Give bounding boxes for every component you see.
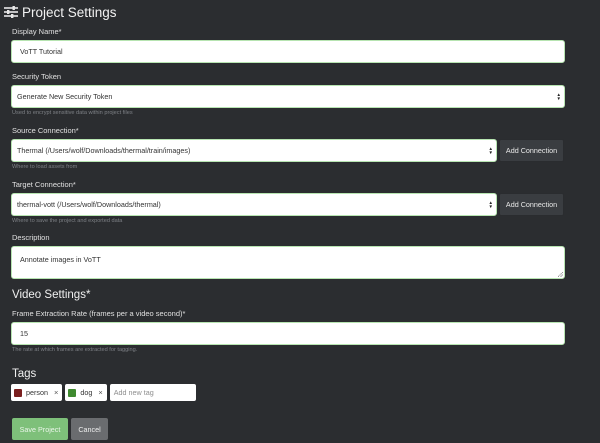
target-connection-label: Target Connection* — [12, 180, 76, 189]
page-header: Project Settings — [4, 2, 117, 22]
tag-chip-dog[interactable]: dog × — [65, 384, 107, 401]
tag-color-swatch[interactable] — [68, 388, 77, 397]
source-connection-value: Thermal (/Users/wolf/Downloads/thermal/t… — [17, 146, 191, 155]
description-textarea[interactable]: Annotate images in VoTT — [11, 246, 565, 279]
remove-tag-icon[interactable]: × — [98, 388, 102, 397]
display-name-input[interactable]: VoTT Tutorial — [11, 40, 565, 63]
display-name-label: Display Name* — [12, 27, 62, 36]
description-value: Annotate images in VoTT — [20, 255, 101, 264]
remove-tag-icon[interactable]: × — [54, 388, 58, 397]
security-token-value: Generate New Security Token — [17, 92, 113, 101]
add-source-connection-button[interactable]: Add Connection — [499, 139, 564, 162]
target-connection-value: thermal-vott (/Users/wolf/Downloads/ther… — [17, 200, 161, 209]
target-connection-help: Where to save the project and exported d… — [12, 218, 123, 224]
save-project-button[interactable]: Save Project — [12, 418, 68, 440]
tag-color-swatch[interactable] — [14, 388, 22, 397]
sliders-icon — [4, 6, 18, 18]
source-connection-label: Source Connection* — [12, 126, 79, 135]
frame-rate-label: Frame Extraction Rate (frames per a vide… — [12, 309, 186, 318]
add-target-connection-button[interactable]: Add Connection — [499, 193, 564, 216]
video-settings-title: Video Settings* — [12, 289, 91, 301]
select-caret-icon: ▲ ▼ — [488, 199, 493, 209]
tag-chip-person[interactable]: person × — [11, 384, 63, 401]
tags-input: person × dog × Add new tag — [11, 384, 196, 401]
security-token-select[interactable]: Generate New Security Token ▲ ▼ — [11, 85, 565, 108]
cancel-button[interactable]: Cancel — [71, 418, 108, 440]
new-tag-input[interactable]: Add new tag — [109, 384, 196, 401]
select-caret-icon: ▲ ▼ — [488, 145, 493, 155]
frame-rate-input[interactable]: 15 — [11, 322, 565, 345]
page-title: Project Settings — [22, 4, 117, 20]
frame-rate-help: The rate at which frames are extracted f… — [12, 347, 138, 353]
source-connection-select[interactable]: Thermal (/Users/wolf/Downloads/thermal/t… — [11, 139, 497, 162]
select-caret-icon: ▲ ▼ — [556, 91, 561, 101]
security-token-help: Used to encrypt sensitive data within pr… — [12, 110, 133, 116]
tag-label: person — [26, 388, 48, 397]
source-connection-help: Where to load assets from — [12, 164, 78, 170]
security-token-label: Security Token — [12, 72, 62, 81]
description-label: Description — [12, 233, 50, 242]
frame-rate-value: 15 — [20, 329, 28, 338]
resize-grip-icon[interactable] — [558, 272, 563, 277]
display-name-value: VoTT Tutorial — [20, 47, 63, 56]
tags-title: Tags — [12, 368, 37, 380]
tag-label: dog — [80, 388, 93, 397]
target-connection-select[interactable]: thermal-vott (/Users/wolf/Downloads/ther… — [11, 193, 497, 216]
